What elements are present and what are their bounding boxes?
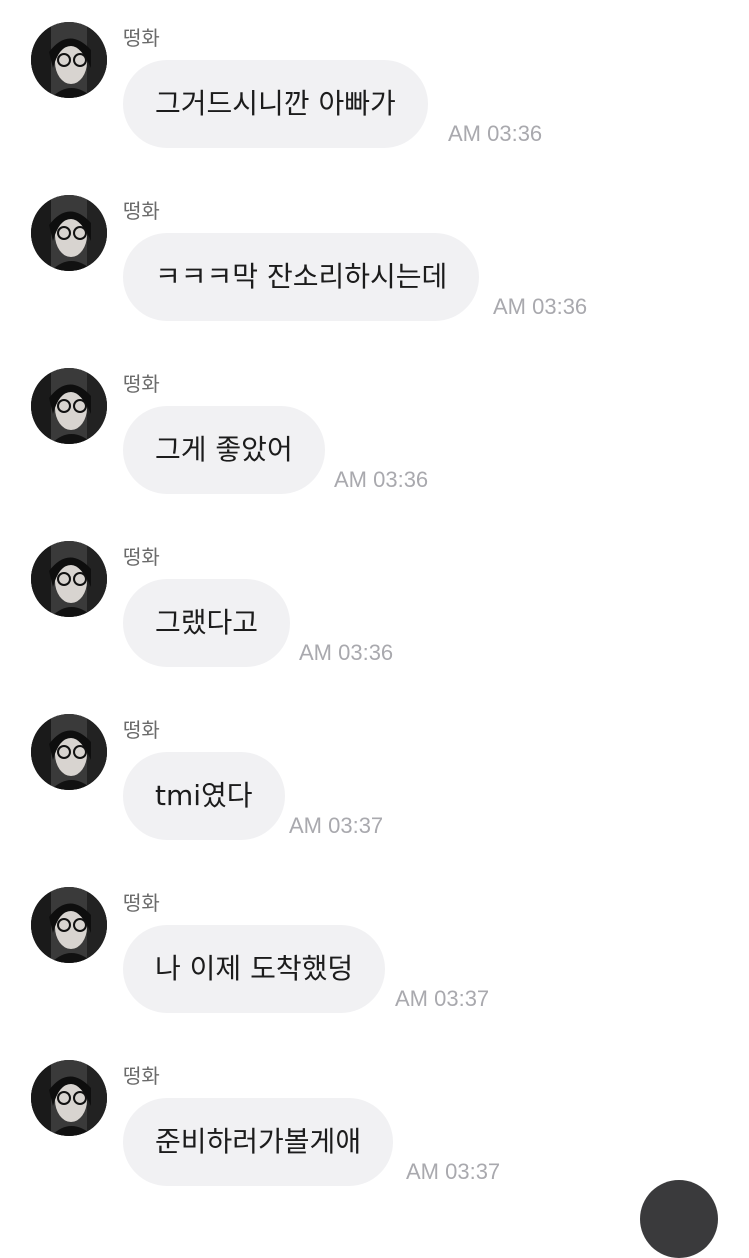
- message-timestamp: AM 03:37: [289, 813, 384, 838]
- message-bubble[interactable]: 그거드시니깐 아빠가: [123, 60, 428, 148]
- chat-message: 떵화 그게 좋았어 AM 03:36: [0, 346, 749, 494]
- message-timestamp: AM 03:36: [299, 640, 394, 665]
- sender-name: 떵화: [123, 372, 160, 396]
- message-bubble[interactable]: 나 이제 도착했덩: [123, 925, 386, 1013]
- message-timestamp: AM 03:36: [448, 121, 543, 146]
- scroll-down-button[interactable]: [640, 1180, 718, 1258]
- message-timestamp: AM 03:37: [406, 1159, 501, 1184]
- sender-avatar[interactable]: [31, 1060, 107, 1136]
- message-bubble[interactable]: 그랬다고: [123, 579, 291, 667]
- sender-name: 떵화: [123, 545, 160, 569]
- message-timestamp: AM 03:36: [334, 467, 429, 492]
- chat-message: 떵화 그랬다고 AM 03:36: [0, 519, 749, 667]
- message-timestamp: AM 03:36: [493, 294, 588, 319]
- chat-message: 떵화 준비하러가볼게애 AM 03:37: [0, 1038, 749, 1186]
- sender-avatar[interactable]: [31, 22, 107, 98]
- sender-avatar[interactable]: [31, 541, 107, 617]
- sender-name: 떵화: [123, 199, 160, 223]
- message-bubble[interactable]: 그게 좋았어: [123, 406, 325, 494]
- sender-avatar[interactable]: [31, 887, 107, 963]
- sender-avatar[interactable]: [31, 368, 107, 444]
- chat-message: 떵화 tmi였다 AM 03:37: [0, 692, 749, 840]
- chat-message: 떵화 ㅋㅋㅋ막 잔소리하시는데 AM 03:36: [0, 173, 749, 321]
- chat-message: 떵화 그거드시니깐 아빠가 AM 03:36: [0, 0, 749, 148]
- sender-name: 떵화: [123, 718, 160, 742]
- message-bubble[interactable]: ㅋㅋㅋ막 잔소리하시는데: [123, 233, 480, 321]
- sender-avatar[interactable]: [31, 195, 107, 271]
- sender-avatar[interactable]: [31, 714, 107, 790]
- message-bubble[interactable]: 준비하러가볼게애: [123, 1098, 394, 1186]
- sender-name: 떵화: [123, 891, 160, 915]
- chat-message: 떵화 나 이제 도착했덩 AM 03:37: [0, 865, 749, 1013]
- sender-name: 떵화: [123, 26, 160, 50]
- message-bubble[interactable]: tmi였다: [123, 752, 285, 840]
- message-timestamp: AM 03:37: [395, 986, 490, 1011]
- sender-name: 떵화: [123, 1064, 160, 1088]
